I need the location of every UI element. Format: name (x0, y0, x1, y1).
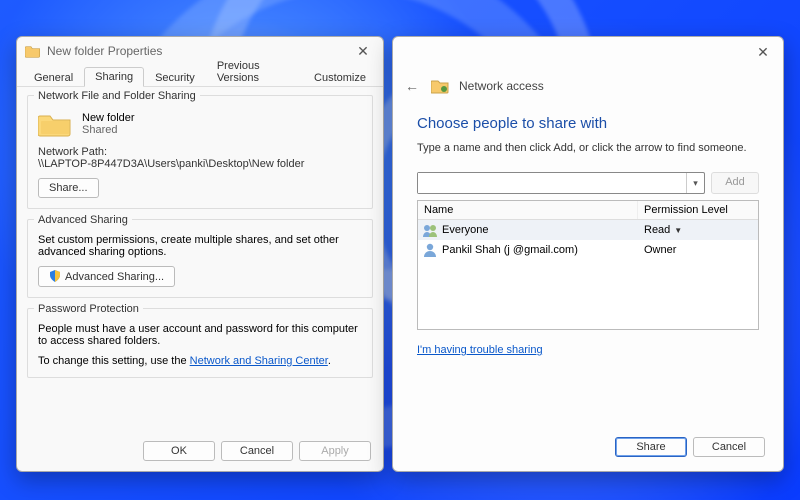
list-row[interactable]: Pankil Shah (j @gmail.com) Owner (418, 240, 758, 260)
group-title: Advanced Sharing (34, 214, 132, 226)
tab-strip: General Sharing Security Previous Versio… (17, 65, 383, 87)
folder-properties-window: New folder Properties ✕ General Sharing … (16, 36, 384, 472)
advanced-desc: Set custom permissions, create multiple … (38, 234, 362, 258)
apply-button[interactable]: Apply (299, 441, 371, 461)
tab-security[interactable]: Security (144, 68, 206, 87)
titlebar[interactable]: ✕ (393, 37, 783, 67)
text: To change this setting, use the (38, 355, 190, 367)
row-name: Pankil Shah (j @gmail.com) (442, 244, 638, 256)
folder-status: Shared (82, 124, 135, 136)
group-advanced-sharing: Advanced Sharing Set custom permissions,… (27, 219, 373, 298)
tab-previous-versions[interactable]: Previous Versions (206, 56, 303, 87)
tab-customize[interactable]: Customize (303, 68, 377, 87)
chevron-down-icon: ▼ (674, 226, 682, 235)
chevron-down-icon[interactable]: ▾ (686, 173, 704, 193)
permission-label: Read (644, 224, 670, 236)
group-password-protection: Password Protection People must have a u… (27, 308, 373, 378)
shared-folder-icon (38, 110, 72, 138)
password-change-line: To change this setting, use the Network … (38, 355, 362, 367)
people-input[interactable] (418, 173, 684, 193)
network-path-label: Network Path: (38, 146, 362, 158)
group-network-file-sharing: Network File and Folder Sharing New fold… (27, 95, 373, 209)
add-button[interactable]: Add (711, 172, 759, 194)
advanced-sharing-button[interactable]: Advanced Sharing... (38, 266, 175, 287)
group-title: Network File and Folder Sharing (34, 90, 200, 102)
network-folder-icon (431, 77, 449, 95)
row-permission: Owner (638, 244, 758, 256)
shield-icon (49, 270, 61, 282)
dialog-button-row: OK Cancel Apply (17, 433, 383, 471)
row-permission[interactable]: Read ▼ (638, 224, 758, 236)
sharing-tab-body: Network File and Folder Sharing New fold… (17, 87, 383, 433)
permission-label: Owner (644, 244, 676, 256)
network-access-window: ✕ ← Network access Choose people to shar… (392, 36, 784, 472)
password-desc: People must have a user account and pass… (38, 323, 362, 347)
group-icon (422, 222, 438, 238)
column-name[interactable]: Name (418, 201, 638, 219)
back-icon[interactable]: ← (403, 77, 421, 95)
close-icon[interactable]: ✕ (749, 44, 777, 61)
trouble-sharing-link[interactable]: I'm having trouble sharing (417, 344, 543, 356)
people-list: Name Permission Level Everyone Read ▼ Pa… (417, 200, 759, 330)
folder-name: New folder (82, 112, 135, 124)
wizard-header: ← Network access (393, 67, 783, 99)
network-sharing-center-link[interactable]: Network and Sharing Center (190, 355, 328, 367)
list-row[interactable]: Everyone Read ▼ (418, 220, 758, 240)
close-icon[interactable]: ✕ (349, 43, 377, 60)
ok-button[interactable]: OK (143, 441, 215, 461)
folder-icon (25, 43, 41, 59)
wizard-title: Network access (459, 79, 544, 93)
tab-general[interactable]: General (23, 68, 84, 87)
column-permission[interactable]: Permission Level (638, 201, 758, 219)
text: . (328, 355, 331, 367)
cancel-button[interactable]: Cancel (221, 441, 293, 461)
titlebar[interactable]: New folder Properties ✕ (17, 37, 383, 65)
window-title: New folder Properties (47, 44, 349, 58)
share-button[interactable]: Share (615, 437, 687, 457)
advanced-sharing-label: Advanced Sharing... (65, 271, 164, 283)
people-combobox[interactable]: ▾ (417, 172, 705, 194)
cancel-button[interactable]: Cancel (693, 437, 765, 457)
wizard-heading: Choose people to share with (417, 115, 759, 132)
wizard-button-row: Share Cancel (393, 427, 783, 471)
list-header: Name Permission Level (418, 201, 758, 220)
tab-sharing[interactable]: Sharing (84, 67, 144, 87)
network-path-value: \\LAPTOP-8P447D3A\Users\panki\Desktop\Ne… (38, 158, 362, 170)
user-icon (422, 242, 438, 258)
row-name: Everyone (442, 224, 638, 236)
wizard-subtext: Type a name and then click Add, or click… (417, 142, 759, 154)
share-button[interactable]: Share... (38, 178, 99, 198)
group-title: Password Protection (34, 303, 143, 315)
